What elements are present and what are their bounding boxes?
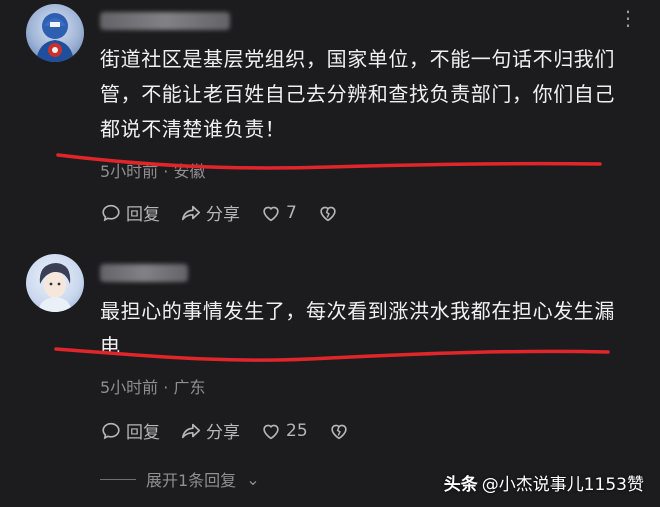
avatar[interactable] (26, 4, 84, 62)
comment-text: 街道社区是基层党组织，国家单位，不能一句话不归我们管，不能让老百姓自己去分辨和查… (100, 47, 615, 141)
expand-label: 展开1条回复 (146, 471, 237, 490)
share-icon (181, 205, 201, 220)
reply-label: 回复 (126, 205, 160, 225)
watermark: 头条 @小杰说事儿1153赞 (444, 470, 644, 495)
comment-text: 最担心的事情发生了，每次看到涨洪水我都在担心发生漏电 (100, 299, 615, 358)
username-blurred[interactable] (100, 12, 230, 30)
chevron-down-icon: ⌄ (246, 469, 260, 489)
share-button[interactable]: 分享 (180, 418, 240, 443)
comment-item: 最担心的事情发生了，每次看到涨洪水我都在担心发生漏电 5小时前 · 广东 回复 … (0, 240, 660, 455)
comment-actions: 回复 分享 25 (100, 418, 350, 443)
share-label: 分享 (206, 423, 240, 443)
reply-button[interactable]: 回复 (100, 200, 160, 225)
reply-label: 回复 (126, 423, 160, 443)
divider-dash (100, 478, 136, 480)
heart-icon (263, 206, 279, 221)
heart-icon (263, 424, 279, 439)
dislike-button[interactable] (328, 420, 350, 442)
avatar[interactable] (26, 254, 84, 312)
reply-button[interactable]: 回复 (100, 418, 160, 443)
watermark-brand: 头条 (443, 475, 478, 495)
like-count: 7 (286, 202, 297, 223)
broken-heart-icon (330, 424, 347, 439)
share-icon (181, 423, 201, 438)
share-label: 分享 (206, 205, 240, 225)
comment-item: ⋮ 街道社区是基层党组织，国家单位，不能一句话不归我们管，不能让老百姓自己去分辨… (0, 0, 660, 240)
comment-meta: 5小时前 · 广东 (100, 378, 206, 397)
username-blurred[interactable] (100, 264, 188, 282)
watermark-account: @小杰说事儿1153赞 (481, 475, 644, 495)
comment-icon (102, 204, 120, 221)
share-button[interactable]: 分享 (180, 200, 240, 225)
expand-replies-button[interactable]: 展开1条回复 ⌄ (100, 467, 260, 491)
like-button[interactable]: 7 (260, 202, 297, 224)
like-count: 25 (286, 420, 308, 441)
comment-meta: 5小时前 · 安徽 (100, 162, 206, 181)
more-icon[interactable]: ⋮ (618, 8, 638, 28)
like-button[interactable]: 25 (260, 420, 308, 442)
comment-icon (102, 422, 120, 439)
dislike-button[interactable] (317, 202, 339, 224)
comment-actions: 回复 分享 7 (100, 200, 339, 225)
broken-heart-icon (320, 206, 336, 221)
